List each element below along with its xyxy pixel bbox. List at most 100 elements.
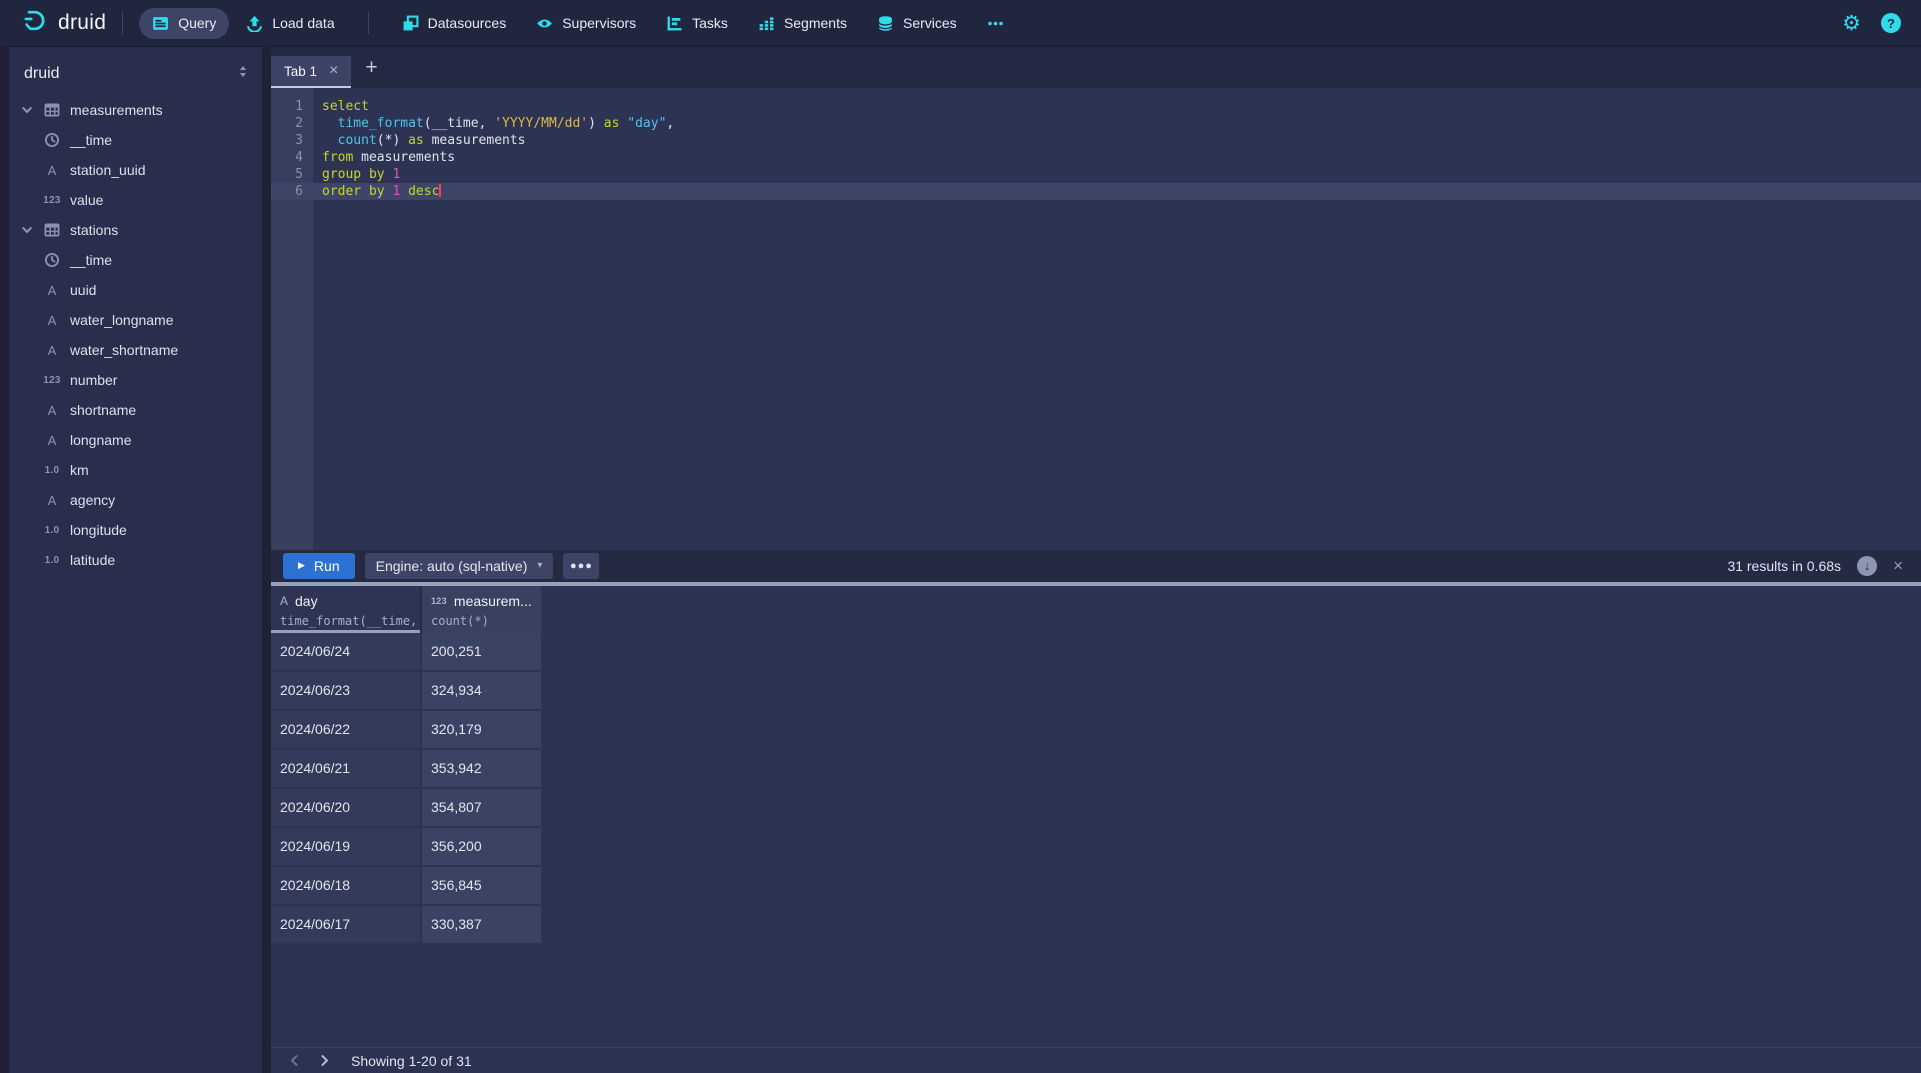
results-cell[interactable]: 330,387 <box>422 906 541 945</box>
code-line-2[interactable]: 2 time_format(__time, 'YYYY/MM/dd') as "… <box>271 115 1921 132</box>
chevron-down-icon[interactable] <box>21 224 34 236</box>
results-body: 2024/06/24200,2512024/06/23324,9342024/0… <box>271 633 1921 945</box>
column-label: latitude <box>70 552 115 568</box>
results-column-header-2[interactable]: 123measurem...count(*) <box>422 586 541 633</box>
nav-item-label: Supervisors <box>562 15 636 31</box>
results-column-header-1[interactable]: Adaytime_format(__time, … <box>271 586 422 633</box>
results-cell[interactable]: 353,942 <box>422 750 541 789</box>
float-glyph: 1.0 <box>45 555 60 566</box>
code-line-4[interactable]: 4from measurements <box>271 149 1921 166</box>
sidebar-column-longname[interactable]: Alongname <box>9 425 262 455</box>
sidebar-column-value[interactable]: 123value <box>9 185 262 215</box>
code-line-3[interactable]: 3 count(*) as measurements <box>271 132 1921 149</box>
sidebar-column-number[interactable]: 123number <box>9 365 262 395</box>
sidebar-column-longitude[interactable]: 1.0longitude <box>9 515 262 545</box>
string-glyph: A <box>48 493 57 508</box>
brand[interactable]: druid <box>22 7 106 39</box>
next-page-icon[interactable] <box>309 1049 339 1073</box>
code-line-1[interactable]: 1select <box>271 98 1921 115</box>
results-row: 2024/06/24200,251 <box>271 633 1921 672</box>
sidebar-column-km[interactable]: 1.0km <box>9 455 262 485</box>
sidebar-column-shortname[interactable]: Ashortname <box>9 395 262 425</box>
column-label: __time <box>70 252 112 268</box>
sidebar-column-water_longname[interactable]: Awater_longname <box>9 305 262 335</box>
results-row: 2024/06/23324,934 <box>271 672 1921 711</box>
run-button[interactable]: ▶ Run <box>283 553 355 579</box>
time-type-icon <box>43 132 61 148</box>
nav-item-segments[interactable]: Segments <box>745 8 860 39</box>
sidebar-column-latitude[interactable]: 1.0 latitude <box>9 545 262 575</box>
line-number: 2 <box>271 115 313 132</box>
chevron-down-icon: ▾ <box>537 560 542 571</box>
results-cell[interactable]: 2024/06/21 <box>271 750 422 789</box>
nav-item-query[interactable]: Query <box>139 8 229 39</box>
float-type-icon: 1.0 <box>43 525 61 536</box>
results-cell[interactable]: 356,845 <box>422 867 541 906</box>
sidebar-column-__time[interactable]: __time <box>9 125 262 155</box>
help-icon[interactable]: ? <box>1881 13 1901 33</box>
text-cursor <box>439 184 441 197</box>
token: ) <box>588 116 604 131</box>
nav-item-supervisors[interactable]: Supervisors <box>523 8 649 39</box>
chevron-down-icon[interactable] <box>21 104 34 116</box>
schema-name: druid <box>24 65 60 83</box>
nav-item-services[interactable]: Services <box>864 8 970 39</box>
sidebar-column-water_shortname[interactable]: Awater_shortname <box>9 335 262 365</box>
token: measurements <box>353 150 455 165</box>
results-cell[interactable]: 2024/06/23 <box>271 672 422 711</box>
nav-item-label: Tasks <box>692 15 728 31</box>
sidebar-column-agency[interactable]: Aagency <box>9 485 262 515</box>
results-cell[interactable]: 320,179 <box>422 711 541 750</box>
sidebar-table-measurements[interactable]: measurements <box>9 95 262 125</box>
close-tab-icon[interactable]: × <box>329 63 338 79</box>
sidebar-table-stations[interactable]: stations <box>9 215 262 245</box>
tab-1[interactable]: Tab 1 × <box>271 56 351 88</box>
download-icon[interactable]: ↓ <box>1857 556 1877 576</box>
line-number: 4 <box>271 149 313 166</box>
sidebar-column-station_uuid[interactable]: Astation_uuid <box>9 155 262 185</box>
barchart-icon <box>758 15 775 32</box>
query-more-button[interactable]: ●●● <box>563 553 599 579</box>
results-cell[interactable]: 2024/06/24 <box>271 633 422 672</box>
nav-item-more[interactable] <box>974 8 1017 39</box>
results-cell[interactable]: 2024/06/22 <box>271 711 422 750</box>
schema-tree: measurements__timeAstation_uuid123values… <box>9 93 262 575</box>
line-number: 5 <box>271 166 313 183</box>
sidebar-main-divider[interactable] <box>262 47 271 1073</box>
column-name-text: measurem... <box>454 593 532 609</box>
settings-gear-icon[interactable]: ⚙ <box>1842 13 1861 34</box>
query-tabbar: Tab 1 × + <box>271 47 1921 88</box>
schema-selector[interactable]: druid <box>9 47 262 93</box>
results-cell[interactable]: 324,934 <box>422 672 541 711</box>
results-cell[interactable]: 2024/06/18 <box>271 867 422 906</box>
code-line-6[interactable]: 6order by 1 desc <box>271 183 1921 200</box>
run-toolbar: ▶ Run Engine: auto (sql-native) ▾ ●●● 31… <box>271 550 1921 582</box>
results-cell[interactable]: 200,251 <box>422 633 541 672</box>
results-cell[interactable]: 2024/06/17 <box>271 906 422 945</box>
line-number: 6 <box>271 183 313 200</box>
results-cell[interactable]: 354,807 <box>422 789 541 828</box>
sql-editor[interactable]: 1select2 time_format(__time, 'YYYY/MM/dd… <box>271 88 1921 550</box>
engine-select[interactable]: Engine: auto (sql-native) ▾ <box>365 553 554 579</box>
prev-page-icon[interactable] <box>279 1049 309 1073</box>
schema-sidebar: druid measurements__timeAstation_uuid123… <box>9 47 262 1073</box>
sidebar-column-__time[interactable]: __time <box>9 245 262 275</box>
close-results-icon[interactable]: × <box>1893 557 1903 574</box>
results-cell[interactable]: 2024/06/20 <box>271 789 422 828</box>
nav-item-tasks[interactable]: Tasks <box>653 8 741 39</box>
results-row: 2024/06/18356,845 <box>271 867 1921 906</box>
nav-item-label: Load data <box>272 15 334 31</box>
results-cell[interactable]: 2024/06/19 <box>271 828 422 867</box>
sidebar-column-uuid[interactable]: Auuid <box>9 275 262 305</box>
add-tab-button[interactable]: + <box>351 57 391 78</box>
column-name: Aday <box>280 593 420 609</box>
nav-item-label: Services <box>903 15 957 31</box>
results-cell[interactable]: 356,200 <box>422 828 541 867</box>
column-label: water_longname <box>70 312 174 328</box>
sort-indicator <box>271 630 420 633</box>
nav-item-datasources[interactable]: Datasources <box>389 8 520 39</box>
code-line-5[interactable]: 5group by 1 <box>271 166 1921 183</box>
results-panel: Adaytime_format(__time, …123measurem...c… <box>271 586 1921 1048</box>
nav-item-label: Query <box>178 15 216 31</box>
nav-item-load-data[interactable]: Load data <box>233 8 347 39</box>
